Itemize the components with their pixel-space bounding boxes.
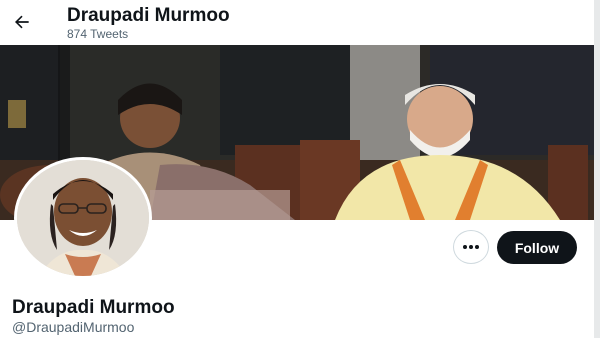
- follow-button[interactable]: Follow: [497, 231, 577, 264]
- profile-handle: @DraupadiMurmoo: [12, 319, 135, 335]
- scrollbar-track[interactable]: [594, 0, 600, 338]
- profile-display-name: Draupadi Murmoo: [12, 297, 175, 318]
- avatar-photo: [17, 160, 149, 276]
- profile-header-bar: Draupadi Murmoo 874 Tweets: [0, 0, 600, 44]
- more-horizontal-icon: [463, 245, 479, 249]
- back-button[interactable]: [8, 8, 36, 36]
- avatar-image: [17, 160, 149, 276]
- more-options-button[interactable]: [453, 230, 489, 264]
- profile-avatar[interactable]: [14, 157, 152, 279]
- back-arrow-icon: [15, 15, 29, 29]
- tweet-count: 874 Tweets: [67, 27, 129, 41]
- header-title: Draupadi Murmoo: [67, 5, 230, 26]
